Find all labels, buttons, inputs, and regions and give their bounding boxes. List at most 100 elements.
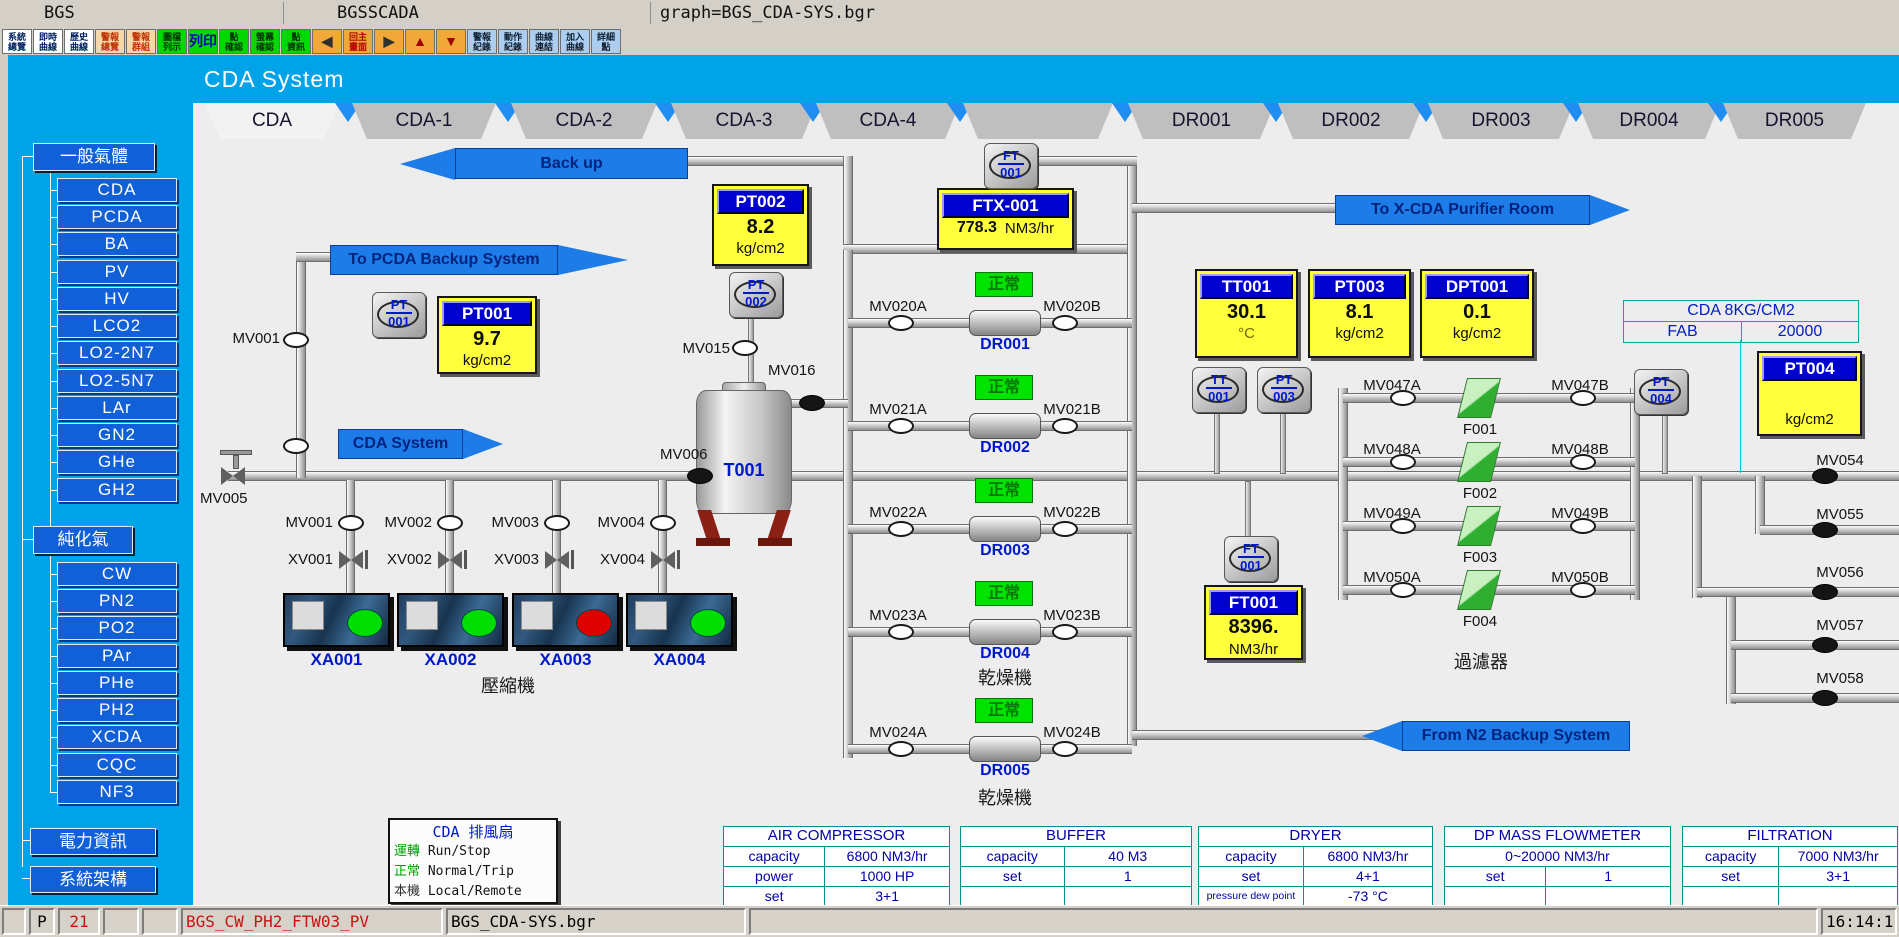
mv024b-valve[interactable] [1052, 741, 1078, 757]
toolbar-button-home[interactable]: 回主畫面 [343, 29, 373, 54]
pt003-display[interactable]: PT003 8.1 kg/cm2 [1308, 269, 1411, 358]
ftx001-display[interactable]: FTX-001 778.3NM3/hr [937, 188, 1074, 250]
mv001-riser-valve[interactable] [283, 332, 309, 348]
sidebar-item-cda[interactable]: CDA [57, 178, 177, 202]
toolbar-button-add-trend[interactable]: 加入曲線 [560, 29, 590, 54]
ft001-display[interactable]: FT001 8396. NM3/hr [1204, 585, 1303, 660]
xv001-valve[interactable] [339, 551, 351, 569]
toolbar-button-alarm-overview[interactable]: 警報總覽 [95, 29, 125, 54]
xv002-valve[interactable] [450, 551, 462, 569]
mv005-valve[interactable] [233, 467, 245, 485]
mv023a-valve[interactable] [888, 624, 914, 640]
n2-backup-arrow[interactable]: From N2 Backup System [1402, 721, 1630, 751]
toolbar-button-system-overview[interactable]: 系統總覽 [2, 29, 32, 54]
toolbar-button-point-detail[interactable]: 詳細點 [591, 29, 621, 54]
sidebar-item-lo2-2n7[interactable]: LO2-2N7 [57, 341, 177, 365]
dryer-vessel[interactable] [969, 736, 1041, 762]
mv050a-valve[interactable] [1390, 582, 1416, 598]
mv006-valve[interactable] [687, 468, 713, 484]
sidebar-item-gh2[interactable]: GH2 [57, 478, 177, 502]
mv020a-valve[interactable] [888, 315, 914, 331]
mv004-valve[interactable] [650, 515, 676, 531]
mv002-valve[interactable] [437, 515, 463, 531]
pt004-instrument[interactable]: PT004 [1634, 369, 1688, 415]
mv048b-valve[interactable] [1570, 454, 1596, 470]
mv016-valve[interactable] [799, 395, 825, 411]
toolbar-button-realtime-trend[interactable]: 即時曲線 [33, 29, 63, 54]
toolbar-button-alarm-log[interactable]: 警報紀錄 [467, 29, 497, 54]
compressor-xa004[interactable] [626, 593, 733, 647]
sidebar-item-pn2[interactable]: PN2 [57, 589, 177, 613]
sidebar-item-ba[interactable]: BA [57, 232, 177, 256]
mv057-valve[interactable] [1812, 637, 1838, 653]
xv004-valve[interactable] [651, 551, 663, 569]
tab-cda-3[interactable]: CDA-3 [671, 103, 817, 139]
toolbar-button-up-icon[interactable]: ▲ [405, 29, 435, 54]
dryer-vessel[interactable] [969, 413, 1041, 439]
mv024a-valve[interactable] [888, 741, 914, 757]
sidebar-item-lo2-5n7[interactable]: LO2-5N7 [57, 369, 177, 393]
backup-arrow[interactable]: Back up [455, 148, 688, 179]
tab-cda-1[interactable]: CDA-1 [352, 103, 496, 139]
pcda-backup-arrow[interactable]: To PCDA Backup System [330, 245, 558, 275]
dryer-vessel[interactable] [969, 619, 1041, 645]
ft001-top-instrument[interactable]: FT001 [984, 143, 1038, 189]
toolbar-button-action-log[interactable]: 動作紀錄 [498, 29, 528, 54]
toolbar-button-back-icon[interactable]: ◀ [312, 29, 342, 54]
mv047a-valve[interactable] [1390, 390, 1416, 406]
dryer-vessel[interactable] [969, 516, 1041, 542]
sidebar-item-system-structure[interactable]: 系統架構 [30, 866, 156, 893]
sidebar-item-hv[interactable]: HV [57, 287, 177, 311]
toolbar-button-screen-ack[interactable]: 螢幕確認 [250, 29, 280, 54]
mv022a-valve[interactable] [888, 521, 914, 537]
sidebar-item-pv[interactable]: PV [57, 260, 177, 284]
xv003-valve[interactable] [557, 551, 569, 569]
sidebar-item-power-info[interactable]: 電力資訊 [30, 828, 156, 855]
mv015-valve[interactable] [732, 340, 758, 356]
mv005-valve[interactable] [221, 467, 233, 485]
dryer-vessel[interactable] [969, 310, 1041, 336]
compressor-xa003[interactable] [512, 593, 619, 647]
pt002-instrument[interactable]: PT002 [729, 272, 783, 318]
sidebar-item-po2[interactable]: PO2 [57, 616, 177, 640]
mv001-valve[interactable] [338, 515, 364, 531]
mv020b-valve[interactable] [1052, 315, 1078, 331]
riser-valve[interactable] [283, 438, 309, 454]
toolbar-button-history-trend[interactable]: 歷史曲線 [64, 29, 94, 54]
tab-dr005[interactable]: DR005 [1723, 103, 1866, 139]
xv004-valve[interactable] [663, 551, 675, 569]
tt001-display[interactable]: TT001 30.1 °C [1195, 269, 1298, 358]
mv023b-valve[interactable] [1052, 624, 1078, 640]
buffer-tank[interactable]: T001 [696, 382, 792, 548]
sidebar-item-nf3[interactable]: NF3 [57, 780, 177, 804]
toolbar-button-alarm-group[interactable]: 警報群組 [126, 29, 156, 54]
toolbar-button-forward-icon[interactable]: ▶ [374, 29, 404, 54]
sidebar-item-par[interactable]: PAr [57, 644, 177, 668]
tab-cda[interactable]: CDA [205, 103, 339, 139]
sidebar-item-ghe[interactable]: GHe [57, 450, 177, 474]
tt001-instrument[interactable]: TT001 [1192, 367, 1246, 413]
pt001-instrument[interactable]: PT001 [372, 292, 426, 338]
sidebar-group-general-gas[interactable]: 一般氣體 [33, 143, 155, 171]
mv003-valve[interactable] [544, 515, 570, 531]
tab-dr001[interactable]: DR001 [1128, 103, 1275, 139]
mv054-valve[interactable] [1812, 468, 1838, 484]
pt003-instrument[interactable]: PT003 [1257, 367, 1311, 413]
mv049b-valve[interactable] [1570, 518, 1596, 534]
tab-cda-4[interactable]: CDA-4 [816, 103, 960, 139]
tab-dr003[interactable]: DR003 [1428, 103, 1574, 139]
toolbar-button-point-info[interactable]: 點資訊 [281, 29, 311, 54]
sidebar-item-lar[interactable]: LAr [57, 396, 177, 420]
compressor-xa001[interactable] [283, 593, 390, 647]
mv047b-valve[interactable] [1570, 390, 1596, 406]
pt002-display[interactable]: PT002 8.2 kg/cm2 [712, 184, 809, 266]
mv021a-valve[interactable] [888, 418, 914, 434]
sidebar-item-cw[interactable]: CW [57, 562, 177, 586]
xv003-valve[interactable] [545, 551, 557, 569]
toolbar-button-graph-list[interactable]: 圖檔列示 [157, 29, 187, 54]
xcda-purifier-arrow[interactable]: To X-CDA Purifier Room [1335, 195, 1590, 225]
toolbar-button-down-icon[interactable]: ▼ [436, 29, 466, 54]
mv022b-valve[interactable] [1052, 521, 1078, 537]
sidebar-item-gn2[interactable]: GN2 [57, 423, 177, 447]
tab-cda-2[interactable]: CDA-2 [511, 103, 657, 139]
